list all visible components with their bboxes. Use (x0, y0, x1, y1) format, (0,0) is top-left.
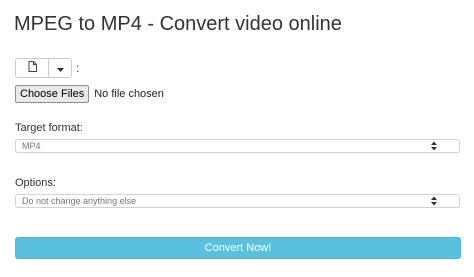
file-input: Choose Files No file chosen (15, 84, 164, 103)
converter-page: MPEG to MP4 - Convert video online : Cho… (0, 0, 474, 277)
file-icon (28, 59, 37, 77)
file-source-dropdown-button[interactable] (49, 58, 72, 78)
file-status-text: No file chosen (94, 87, 164, 100)
target-format-select[interactable]: MP4 (15, 139, 460, 153)
options-select[interactable]: Do not change anything else (15, 194, 460, 208)
choose-files-button[interactable]: Choose Files (15, 84, 90, 103)
select-arrows-icon (431, 196, 437, 206)
source-colon: : (76, 61, 80, 75)
select-arrows-icon (431, 141, 437, 151)
page-title: MPEG to MP4 - Convert video online (14, 13, 342, 35)
target-format-value: MP4 (22, 141, 41, 151)
target-format-label: Target format: (15, 122, 83, 134)
file-source-selector: : (15, 58, 79, 78)
file-source-button[interactable] (15, 58, 49, 78)
caret-down-icon (56, 59, 64, 77)
convert-now-button[interactable]: Convert Now! (15, 237, 461, 259)
options-label: Options: (15, 177, 56, 189)
options-value: Do not change anything else (22, 196, 137, 206)
